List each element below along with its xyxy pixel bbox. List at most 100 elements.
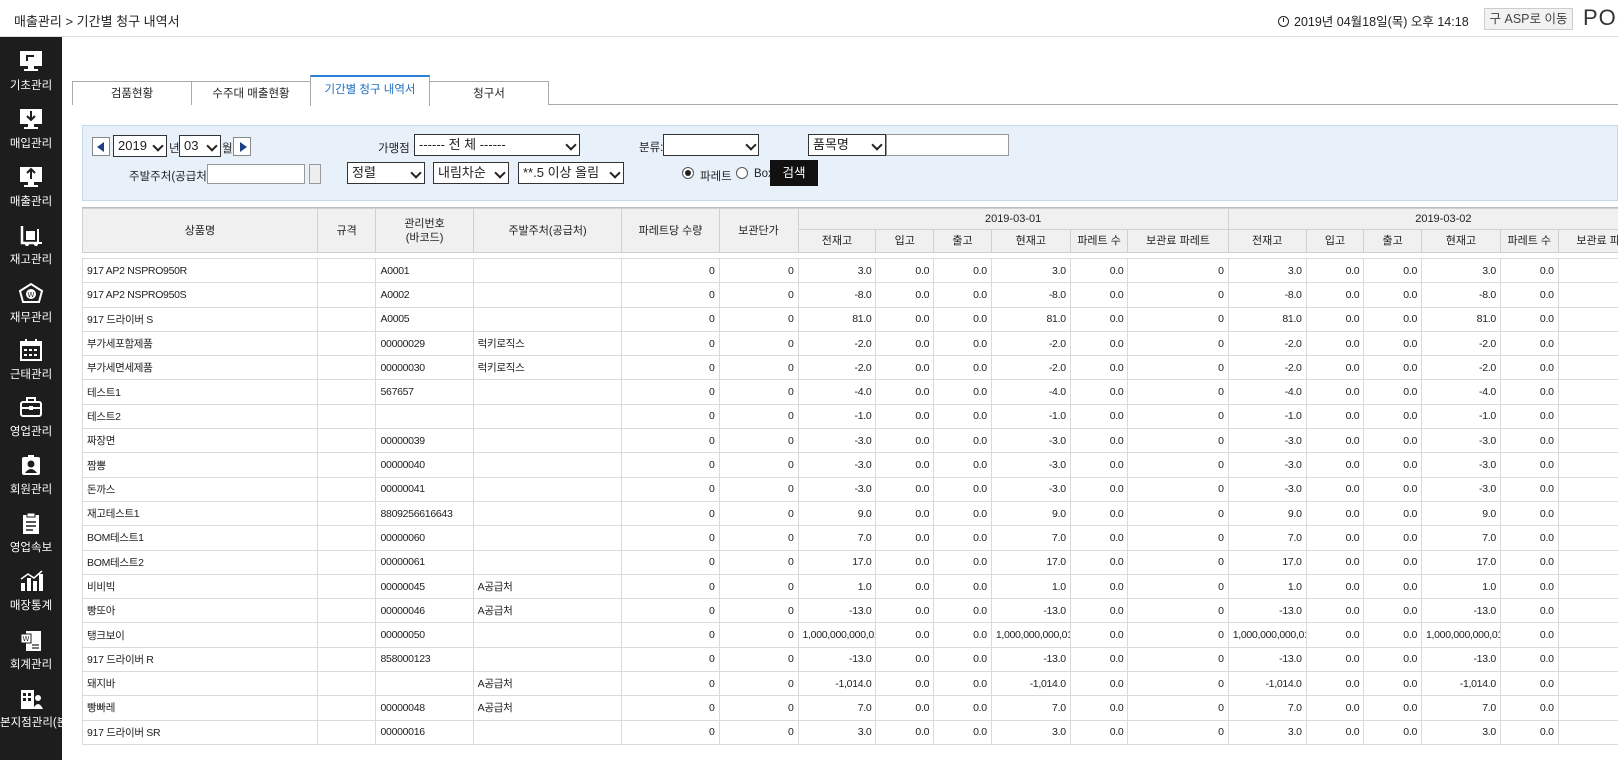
header-storage-pallet[interactable]: 보관료 파레트 xyxy=(1557,229,1618,253)
store-select[interactable]: ------ 전 체 ------ xyxy=(414,134,580,156)
store-value: ------ 전 체 ------ xyxy=(419,137,506,152)
table-cell: 0.0 xyxy=(1305,257,1365,284)
table-row[interactable]: 917 드라이버 S A0005 0 0 81.0 0.0 0.0 81.0 0.0 0 81.0 0… xyxy=(82,306,1618,332)
table-cell xyxy=(472,306,623,332)
header-prev-stock[interactable]: 전재고 xyxy=(1227,229,1307,253)
box-radio[interactable] xyxy=(736,167,748,179)
table-row[interactable]: 돼지바 A공급처 0 0 -1,014.0 0.0 0.0 -1,014.0 0.0 0 -1,01… xyxy=(82,671,1618,697)
table-cell: 00000061 xyxy=(375,549,474,575)
table-cell xyxy=(1557,573,1618,600)
table-cell: 0.0 xyxy=(1069,549,1129,575)
tab-invoice[interactable]: 청구서 xyxy=(429,81,549,105)
header-product-name[interactable]: 상품명 xyxy=(82,208,318,253)
table-row[interactable]: 917 드라이버 SR 00000016 0 0 3.0 0.0 0.0 3.0 0.0 0 3.0… xyxy=(82,719,1618,745)
table-cell xyxy=(472,282,623,308)
rounding-select[interactable]: **.5 이상 올림 xyxy=(518,162,624,184)
supplier-lookup-button[interactable] xyxy=(309,164,321,184)
header-spec[interactable]: 규격 xyxy=(316,208,377,253)
table-cell: -2.0 xyxy=(1420,330,1501,357)
table-cell: 3.0 xyxy=(797,719,877,745)
table-cell: 858000123 xyxy=(375,646,474,673)
table-cell xyxy=(316,525,377,551)
table-cell: 17.0 xyxy=(1420,549,1501,575)
table-cell: 0.0 xyxy=(1363,695,1422,721)
table-row[interactable]: 부가세면세제품 00000030 럭키로직스 0 0 -2.0 0.0 0.0 -2.0 0.0 0… xyxy=(82,355,1618,381)
pallet-radio[interactable] xyxy=(682,167,694,179)
table-cell: 빵또아 xyxy=(82,598,318,624)
table-row[interactable]: 917 AP2 NSPRO950S A0002 0 0 -8.0 0.0 0.0 -8.0 0.… xyxy=(82,282,1618,308)
product-field-select[interactable]: 품목명 xyxy=(808,134,886,156)
table-row[interactable]: BOM테스트1 00000060 0 0 7.0 0.0 0.0 7.0 0.0 0 7.0 0.0 0… xyxy=(82,525,1618,551)
table-row[interactable]: 부가세포함제품 00000029 럭키로직스 0 0 -2.0 0.0 0.0 -2.0 0.0 0… xyxy=(82,330,1618,357)
sidebar-item-sales[interactable]: 매출관리 xyxy=(0,157,62,217)
sort-select[interactable]: 정렬 xyxy=(347,162,425,184)
year-select[interactable]: 2019 xyxy=(113,135,167,157)
chevron-down-icon xyxy=(871,139,883,151)
header-out[interactable]: 출고 xyxy=(1363,229,1422,253)
tab-order-sales[interactable]: 수주대 매출현황 xyxy=(191,81,311,105)
header-storage-pallet[interactable]: 보관료 파레트 xyxy=(1127,229,1229,253)
table-row[interactable]: 재고테스트1 8809256616643 0 0 9.0 0.0 0.0 9.0 0.0 0 9.0… xyxy=(82,500,1618,527)
sidebar-item-purchase[interactable]: 매입관리 xyxy=(0,99,62,159)
tab-period-billing[interactable]: 기간별 청구 내역서 xyxy=(310,75,430,106)
header-out[interactable]: 출고 xyxy=(933,229,992,253)
table-row[interactable]: 917 드라이버 R 858000123 0 0 -13.0 0.0 0.0 -13.0 0.0… xyxy=(82,646,1618,673)
supplier-input[interactable] xyxy=(207,164,305,184)
table-row[interactable]: 돈까스 00000041 0 0 -3.0 0.0 0.0 -3.0 0.0 0 -3.0 0.0 0.… xyxy=(82,476,1618,502)
table-cell: 0.0 xyxy=(1363,452,1422,478)
header-prev-stock[interactable]: 전재고 xyxy=(797,229,877,253)
header-supplier[interactable]: 주발주처(공급처) xyxy=(472,208,623,253)
table-cell: -3.0 xyxy=(1227,452,1307,478)
table-row[interactable]: 짬뽕 00000040 0 0 -3.0 0.0 0.0 -3.0 0.0 0 -3.0 0.0 0.0… xyxy=(82,452,1618,478)
table-row[interactable]: BOM테스트2 00000061 0 0 17.0 0.0 0.0 17.0 0.0 0 17.0 0… xyxy=(82,549,1618,575)
sidebar-item-branch[interactable]: 본지점관리(본 xyxy=(0,678,62,738)
table-row[interactable]: 테스트2 0 0 -1.0 0.0 0.0 -1.0 0.0 0 -1.0 0.0 0.0 -1.0 0.… xyxy=(82,403,1618,430)
chevron-down-icon xyxy=(152,140,164,152)
table-cell: 1.0 xyxy=(1420,573,1501,600)
table-cell: 0.0 xyxy=(933,622,992,648)
header-in[interactable]: 입고 xyxy=(1305,229,1365,253)
table-cell xyxy=(472,476,623,502)
sidebar-item-finance[interactable]: W 재무관리 xyxy=(0,273,62,333)
table-row[interactable]: 917 AP2 NSPRO950R A0001 0 0 3.0 0.0 0.0 3.0 0.0 0… xyxy=(82,257,1618,284)
table-cell: 0 xyxy=(718,452,799,478)
table-cell: 0 xyxy=(1127,330,1229,357)
header-in[interactable]: 입고 xyxy=(875,229,935,253)
table-cell: 0.0 xyxy=(875,452,935,478)
product-name-input[interactable] xyxy=(886,134,1009,156)
sidebar-item-store-stats[interactable]: 매장통계 xyxy=(0,561,62,621)
header-pallet-count[interactable]: 파레트 수 xyxy=(1069,229,1129,253)
header-pallet-count[interactable]: 파레트 수 xyxy=(1499,229,1559,253)
table-row[interactable]: 탱크보이00000050001,000,000,000,014.00.00.01… xyxy=(82,622,1618,648)
sidebar-item-accounting[interactable]: W 회계관리 xyxy=(0,620,62,680)
sidebar-item-business[interactable]: 영업관리 xyxy=(0,387,62,447)
table-row[interactable]: 테스트1 567657 0 0 -4.0 0.0 0.0 -4.0 0.0 0 -4.0 0.0 0.0… xyxy=(82,379,1618,405)
month-select[interactable]: 03 xyxy=(179,135,221,157)
header-barcode[interactable]: 관리번호 (바코드) xyxy=(375,208,474,253)
table-row[interactable]: 비비빅 00000045 A공급처 0 0 1.0 0.0 0.0 1.0 0.0 0 1.0 0.0 0… xyxy=(82,573,1618,600)
sidebar-item-flash-report[interactable]: 영업속보 xyxy=(0,503,62,563)
category-select[interactable] xyxy=(663,134,759,156)
old-asp-button[interactable]: 구 ASP로 이동 xyxy=(1484,8,1573,30)
header-qty-per-pallet[interactable]: 파레트당 수량 xyxy=(621,208,720,253)
tab-inspection[interactable]: 검품현황 xyxy=(72,81,192,105)
table-row[interactable]: 빵빠레 00000048 A공급처 0 0 7.0 0.0 0.0 7.0 0.0 0 7.0 0.0 0… xyxy=(82,695,1618,721)
table-row[interactable]: 짜장면 00000039 0 0 -3.0 0.0 0.0 -3.0 0.0 0 -3.0 0.0 0.… xyxy=(82,428,1618,454)
table-cell: 0 xyxy=(718,282,799,308)
next-month-button[interactable] xyxy=(233,137,251,156)
search-button[interactable]: 검색 xyxy=(770,160,818,186)
header-storage-price[interactable]: 보관단가 xyxy=(718,208,799,253)
chevron-down-icon xyxy=(565,139,577,151)
month-suffix: 월 xyxy=(222,143,233,155)
table-cell: 0.0 xyxy=(875,646,935,673)
sidebar-item-members[interactable]: 회원관리 xyxy=(0,445,62,505)
prev-month-button[interactable] xyxy=(92,137,110,156)
sidebar-item-attendance[interactable]: 근태관리 xyxy=(0,330,62,390)
sidebar-item-inventory[interactable]: 재고관리 xyxy=(0,215,62,275)
header-current-stock[interactable]: 현재고 xyxy=(1420,229,1501,253)
sidebar-item-basic[interactable]: 기초관리 xyxy=(0,41,62,101)
order-select[interactable]: 내림차순 xyxy=(433,162,509,184)
table-cell: 0.0 xyxy=(933,719,992,745)
table-row[interactable]: 빵또아 00000046 A공급처 0 0 -13.0 0.0 0.0 -13.0 0.0 0 -13… xyxy=(82,598,1618,624)
header-current-stock[interactable]: 현재고 xyxy=(990,229,1071,253)
